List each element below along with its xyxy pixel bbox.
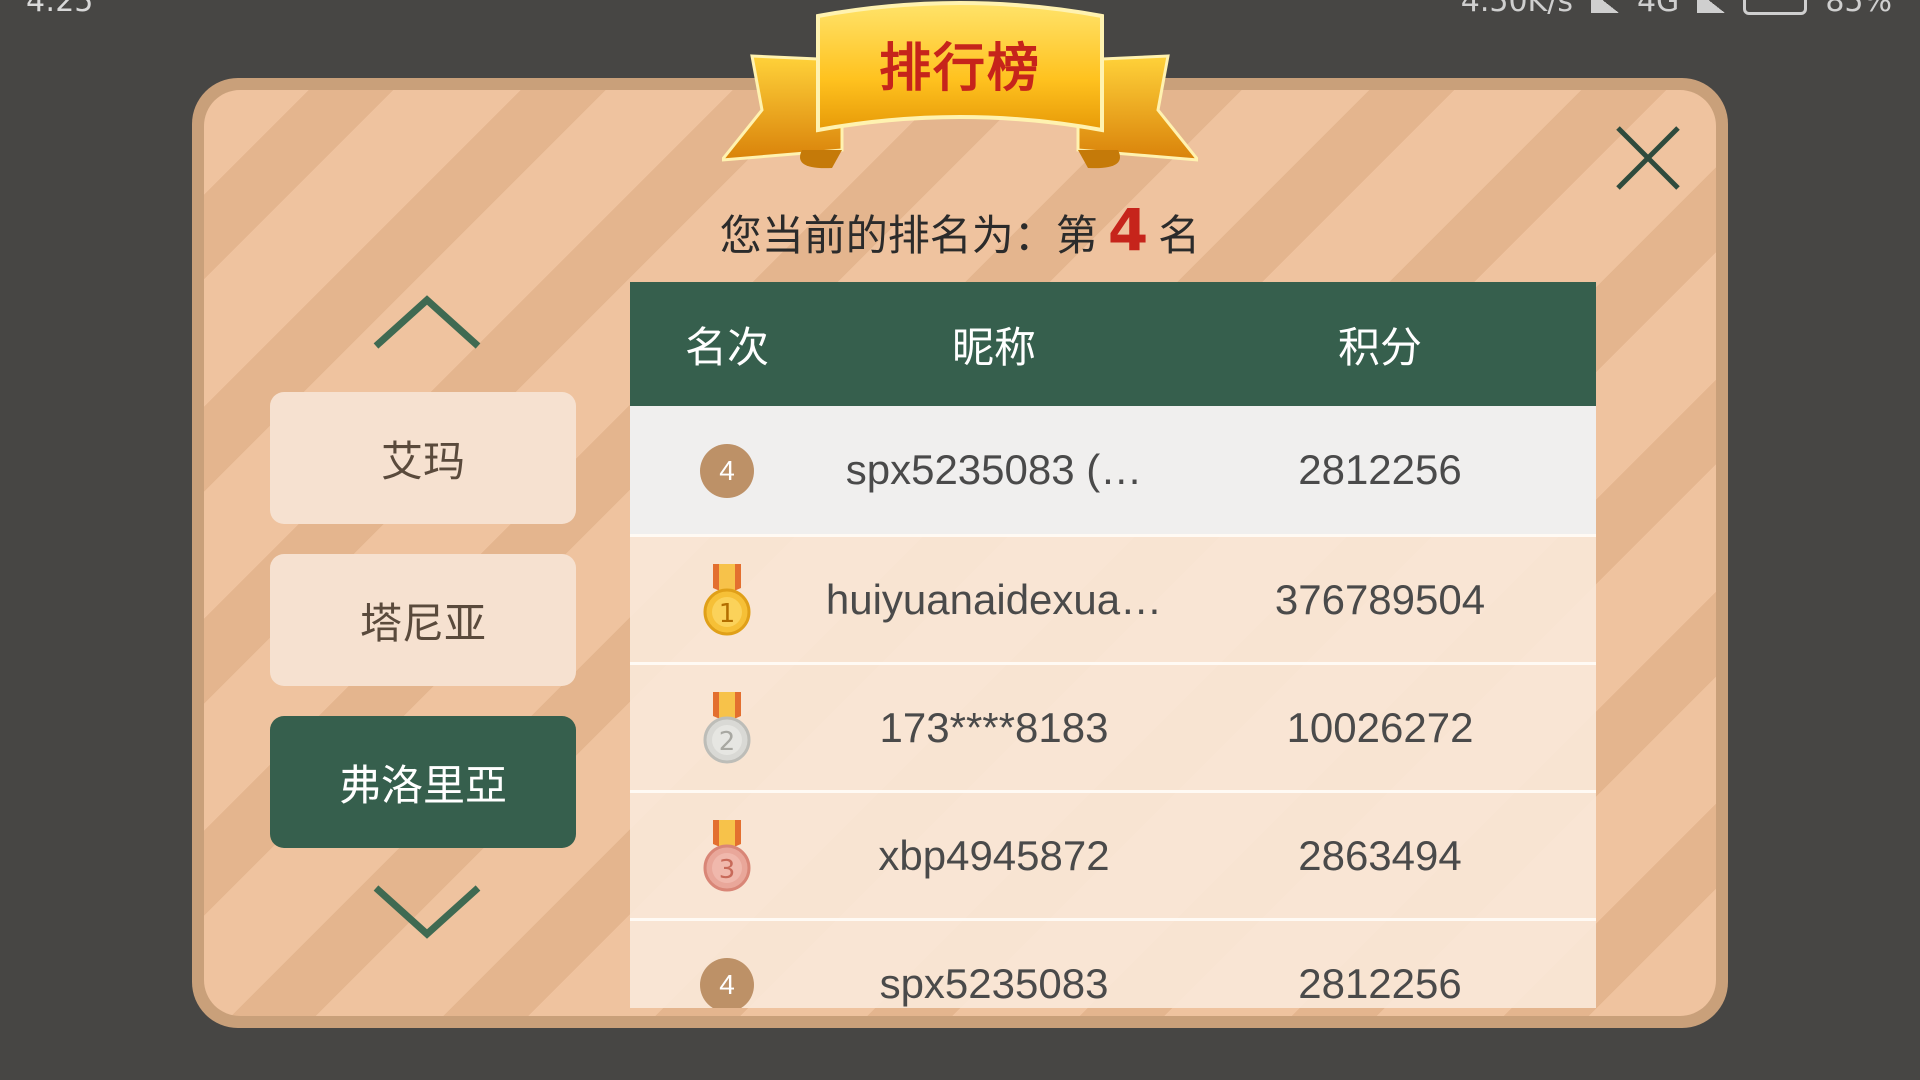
nickname-cell: huiyuanaidexua…	[825, 575, 1163, 623]
bronze-medal-icon: 3	[703, 819, 751, 891]
rank-cell: 3	[630, 818, 824, 894]
status-time: 4:25	[26, 0, 94, 19]
signal-icon-2	[1697, 0, 1726, 13]
current-rank-number: 4	[1107, 196, 1149, 264]
rank-circle-badge: 4	[700, 444, 754, 498]
table-row[interactable]: 3 xbp4945872 2863494	[630, 790, 1596, 918]
rank-cell: 4	[630, 956, 824, 1008]
rank-suffix: 名	[1158, 211, 1201, 260]
signal-icon	[1590, 0, 1619, 13]
category-button-emma[interactable]: 艾玛	[270, 392, 576, 524]
network-type: 4G	[1636, 0, 1680, 19]
leaderboard-banner: 排行榜	[718, 0, 1202, 176]
table-row-current-user[interactable]: 4 spx5235083 (… 2812256	[630, 406, 1596, 534]
leaderboard-title: 排行榜	[878, 39, 1041, 99]
nickname-cell: spx5235083	[879, 959, 1109, 1007]
battery-icon	[1743, 0, 1808, 15]
rank-prefix: 您当前的排名为：第	[719, 211, 1098, 260]
medal-rank-3: 3	[719, 855, 736, 885]
table-row[interactable]: 2 173****8183 10026272	[630, 662, 1596, 790]
medal-rank-2: 2	[719, 727, 736, 757]
medal-rank-1: 1	[719, 599, 736, 629]
score-cell: 376789504	[1274, 575, 1486, 623]
chevron-down-icon[interactable]	[372, 880, 482, 940]
rank-cell: 1	[630, 562, 824, 638]
battery-level: 85%	[1825, 0, 1892, 19]
network-speed: 4.50K/s	[1460, 0, 1573, 19]
rank-cell: 4	[630, 442, 824, 498]
header-rank: 名次	[684, 322, 769, 372]
nickname-cell: 173****8183	[879, 703, 1109, 751]
score-cell: 2863494	[1298, 831, 1462, 879]
silver-medal-icon: 2	[703, 691, 751, 763]
table-row[interactable]: 1 huiyuanaidexua… 376789504	[630, 534, 1596, 662]
current-rank-text: 您当前的排名为：第 4 名	[0, 196, 1920, 264]
category-button-tanya[interactable]: 塔尼亚	[270, 554, 576, 686]
chevron-up-icon[interactable]	[372, 294, 482, 354]
rank-cell: 2	[630, 690, 824, 766]
close-icon[interactable]	[1614, 124, 1682, 192]
status-right: 4.50K/s 4G 85%	[1461, 0, 1892, 19]
table-header: 名次 昵称 积分	[630, 282, 1596, 406]
header-score: 积分	[1337, 322, 1422, 372]
rank-circle-badge: 4	[700, 957, 754, 1008]
nickname-cell: spx5235083 (…	[845, 446, 1143, 493]
category-button-florea[interactable]: 弗洛里亞	[270, 716, 576, 848]
score-cell: 10026272	[1286, 703, 1474, 751]
score-cell: 2812256	[1298, 959, 1462, 1007]
nickname-cell: xbp4945872	[878, 831, 1110, 879]
score-cell: 2812256	[1298, 446, 1462, 493]
leaderboard-table: 名次 昵称 积分 4 spx5235083 (… 2812256 1 huiyu…	[630, 282, 1596, 1008]
table-row[interactable]: 4 spx5235083 2812256	[630, 918, 1596, 1008]
gold-medal-icon: 1	[703, 563, 751, 635]
header-nickname: 昵称	[951, 322, 1036, 372]
